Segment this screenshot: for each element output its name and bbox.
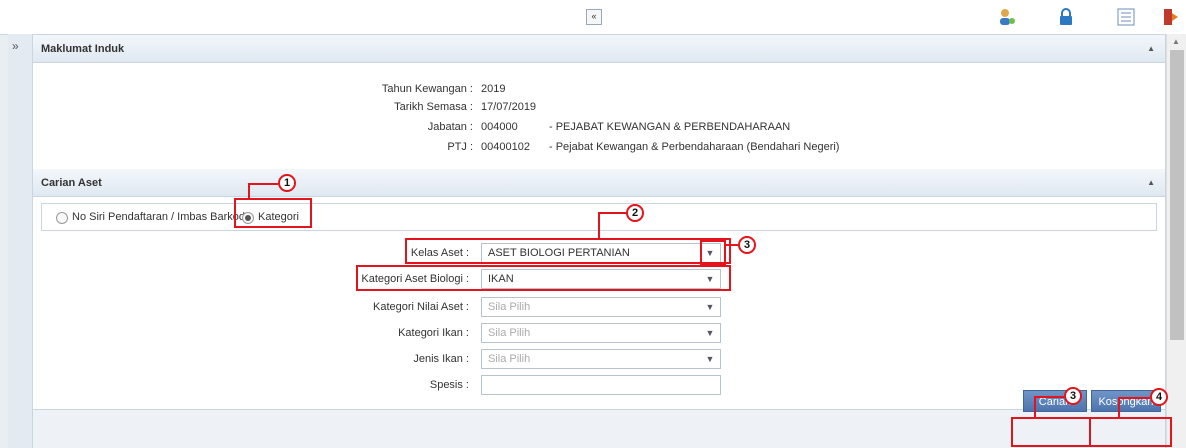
kategori-ikan-select[interactable]: Sila Pilih ▼: [481, 323, 721, 343]
jenis-ikan-label: Jenis Ikan :: [413, 353, 469, 365]
highlight-carian: [1011, 417, 1091, 447]
highlight-kelas-aset: [405, 238, 731, 264]
vertical-scrollbar[interactable]: ▲: [1166, 34, 1186, 448]
callout-line: [248, 183, 278, 185]
callout-line: [726, 244, 738, 246]
callout-line: [1034, 396, 1036, 418]
radio-no-siri[interactable]: [56, 212, 68, 224]
info-row-ptj: PTJ : 00400102 - Pejabat Kewangan & Perb…: [33, 139, 1133, 155]
callout-badge: 3: [738, 236, 756, 254]
spesis-label: Spesis :: [429, 379, 469, 391]
info-desc: - PEJABAT KEWANGAN & PERBENDAHARAAN: [549, 121, 791, 133]
info-desc: - Pejabat Kewangan & Perbendaharaan (Ben…: [549, 141, 840, 153]
lock-icon[interactable]: [1056, 7, 1076, 27]
collapse-toolbar-button[interactable]: «: [586, 9, 602, 25]
jenis-ikan-value: Sila Pilih: [488, 353, 531, 365]
callout-line: [598, 212, 626, 214]
kategori-nilai-aset-value: Sila Pilih: [488, 301, 531, 313]
highlight-kategori: [234, 198, 312, 228]
chevron-down-icon[interactable]: ▼: [700, 324, 720, 342]
callout-line: [1118, 397, 1120, 418]
highlight-kategori-aset-biologi: [356, 265, 731, 291]
jenis-ikan-select[interactable]: Sila Pilih ▼: [481, 349, 721, 369]
callout-badge: 3: [1064, 387, 1082, 405]
top-toolbar: «: [0, 0, 1186, 35]
chevron-down-icon[interactable]: ▼: [700, 350, 720, 368]
spesis-input[interactable]: [481, 375, 721, 395]
info-label: Tahun Kewangan :: [381, 83, 473, 95]
highlight-kosongkan: [1089, 417, 1172, 447]
info-label: Jabatan :: [427, 121, 473, 133]
info-row-tahun: Tahun Kewangan : 2019: [33, 81, 1033, 97]
carian-aset-title: Carian Aset: [41, 177, 102, 189]
callout-line: [1034, 396, 1064, 398]
scroll-thumb[interactable]: [1170, 50, 1184, 340]
maklumat-induk-header[interactable]: Maklumat Induk ▲: [33, 35, 1165, 63]
callout-line: [1118, 397, 1150, 399]
scroll-up-icon[interactable]: ▲: [1172, 37, 1180, 46]
maklumat-induk-title: Maklumat Induk: [41, 43, 125, 55]
info-label: PTJ :: [447, 141, 473, 153]
info-row-tarikh: Tarikh Semasa : 17/07/2019: [33, 99, 1033, 115]
carian-aset-header[interactable]: Carian Aset ▲: [33, 169, 1165, 197]
collapse-panel-icon[interactable]: ▲: [1147, 35, 1155, 63]
info-code: 17/07/2019: [481, 101, 537, 113]
expand-sidebar-icon[interactable]: »: [12, 39, 19, 53]
chevron-down-icon[interactable]: ▼: [700, 298, 720, 316]
callout-badge: 1: [278, 174, 296, 192]
side-rail: [8, 34, 33, 448]
radio-no-siri-label: No Siri Pendaftaran / Imbas Barkod: [72, 211, 246, 223]
highlight-dropdown-arrow: [700, 240, 726, 266]
kategori-nilai-aset-label: Kategori Nilai Aset :: [373, 301, 469, 313]
callout-badge: 2: [626, 204, 644, 222]
action-bar: [33, 409, 1165, 448]
kategori-ikan-label: Kategori Ikan :: [398, 327, 469, 339]
callout-badge: 4: [1150, 388, 1168, 406]
collapse-panel-icon[interactable]: ▲: [1147, 169, 1155, 197]
info-row-jabatan: Jabatan : 004000 - PEJABAT KEWANGAN & PE…: [33, 119, 1133, 135]
info-code: 004000: [481, 121, 518, 133]
info-code: 2019: [481, 83, 506, 95]
callout-line: [598, 212, 600, 239]
kategori-nilai-aset-select[interactable]: Sila Pilih ▼: [481, 297, 721, 317]
kategori-ikan-value: Sila Pilih: [488, 327, 531, 339]
logout-icon[interactable]: [1160, 7, 1180, 27]
info-label: Tarikh Semasa :: [394, 101, 473, 113]
info-code: 00400102: [481, 141, 530, 153]
list-icon[interactable]: [1116, 7, 1136, 27]
callout-line: [248, 183, 250, 199]
user-icon[interactable]: [997, 7, 1017, 27]
